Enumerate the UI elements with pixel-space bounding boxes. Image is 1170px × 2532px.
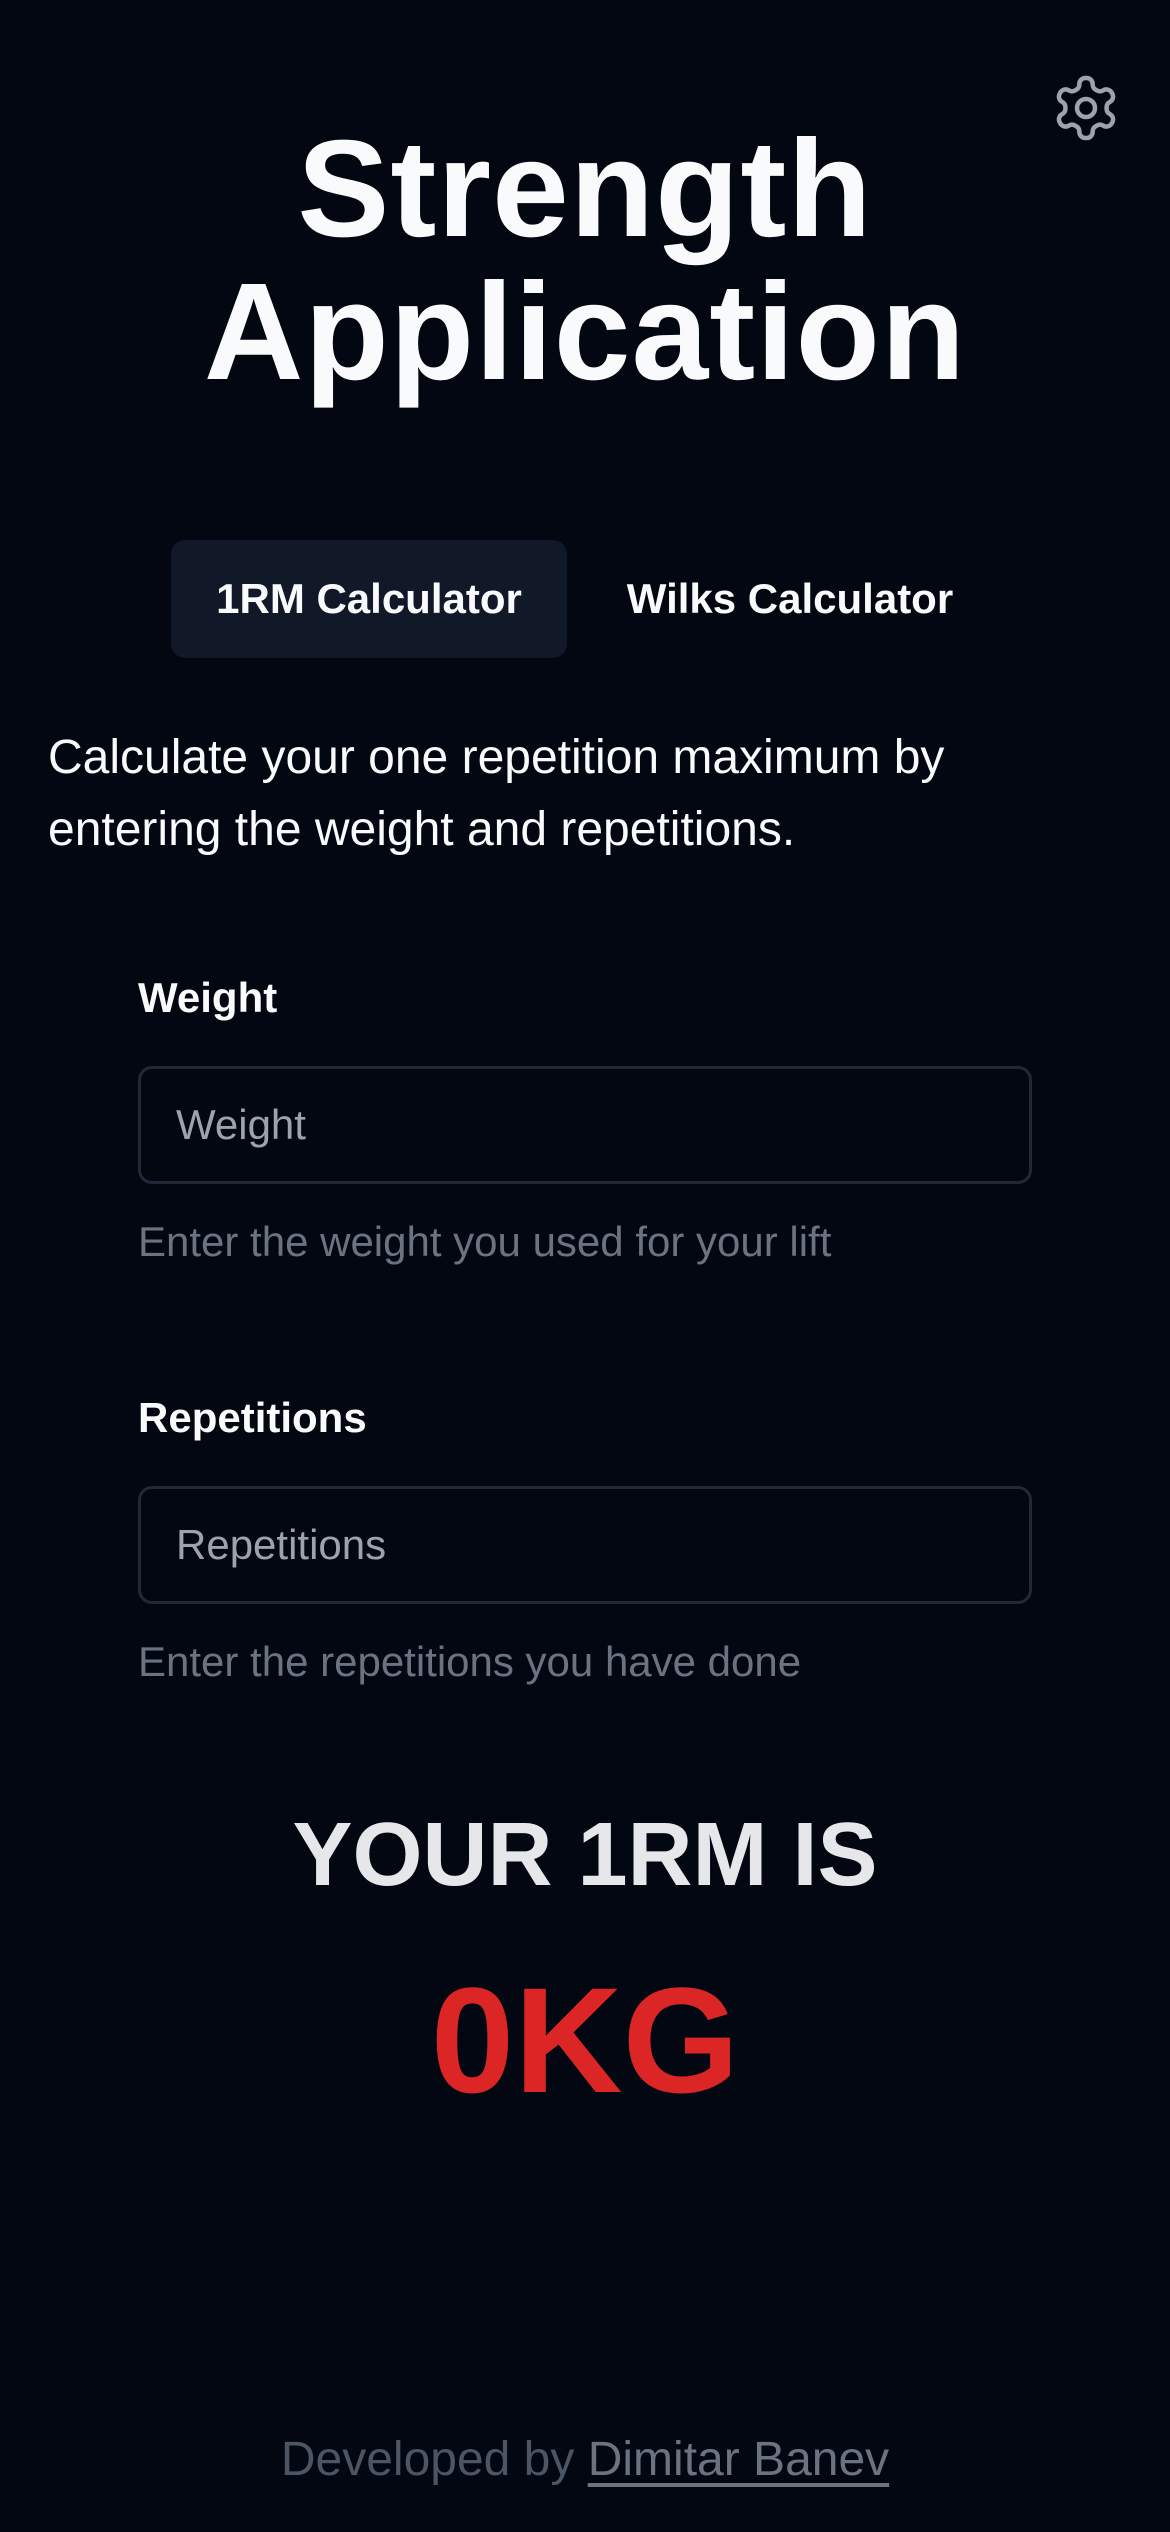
page-description: Calculate your one repetition maximum by… (48, 731, 945, 856)
repetitions-label: Repetitions (138, 1394, 367, 1441)
weight-input[interactable] (138, 1066, 1032, 1184)
result-value: 0KG (430, 1956, 740, 2124)
tab-1rm-calculator[interactable]: 1RM Calculator (171, 540, 567, 658)
weight-field-group: Weight Enter the weight you used for you… (138, 968, 1032, 1272)
result-label: YOUR 1RM IS (292, 1805, 878, 1905)
tab-wilks-calculator[interactable]: Wilks Calculator (567, 540, 1013, 658)
repetitions-help-text: Enter the repetitions you have done (138, 1638, 802, 1685)
repetitions-input[interactable] (138, 1486, 1032, 1604)
footer: Developed by Dimitar Banev (0, 2424, 1170, 2496)
weight-help-text: Enter the weight you used for your lift (138, 1218, 832, 1265)
author-link[interactable]: Dimitar Banev (588, 2433, 889, 2486)
weight-label: Weight (138, 974, 278, 1021)
repetitions-field-group: Repetitions Enter the repetitions you ha… (138, 1388, 1032, 1692)
page-title: Strength Application (203, 112, 967, 409)
calculator-tabs: 1RM Calculator Wilks Calculator (171, 540, 1013, 658)
footer-prefix: Developed by (280, 2433, 588, 2486)
